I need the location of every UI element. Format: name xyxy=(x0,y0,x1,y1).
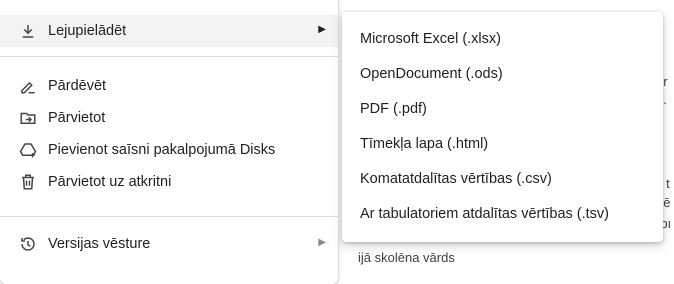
submenu-arrow-icon: ▶ xyxy=(318,24,326,35)
download-icon xyxy=(18,21,38,41)
menu-item-label: Pārvietot xyxy=(48,110,106,126)
menu-item-download[interactable]: Lejupielādēt ▶ xyxy=(0,15,338,47)
doc-text-fragment: ijā skolēna vārds xyxy=(358,250,455,265)
menu-item-move-to-trash[interactable]: Pārvietot uz atkritni xyxy=(0,166,338,198)
download-option-csv[interactable]: Komatatdalītas vērtības (.csv) xyxy=(342,161,663,197)
download-option-html[interactable]: Tīmekļa lapa (.html) xyxy=(342,126,663,162)
menu-item-label: Pievienot saīsni pakalpojumā Disks xyxy=(48,142,276,158)
menu-item-label: Ar tabulatoriem atdalītas vērtības (.tsv… xyxy=(360,206,610,222)
download-submenu: Microsoft Excel (.xlsx) OpenDocument (.o… xyxy=(342,12,663,242)
menu-item-label: PDF (.pdf) xyxy=(360,101,427,117)
menu-item-label: Pārdēvēt xyxy=(48,78,107,94)
menu-separator xyxy=(0,216,338,217)
download-option-ods[interactable]: OpenDocument (.ods) xyxy=(342,56,663,92)
download-option-pdf[interactable]: PDF (.pdf) xyxy=(342,91,663,127)
submenu-arrow-icon: ▶ xyxy=(318,237,326,248)
download-option-xlsx[interactable]: Microsoft Excel (.xlsx) xyxy=(342,21,663,57)
file-menu: Lejupielādēt ▶ Pārdēvēt Pārvietot Pievie… xyxy=(0,0,338,284)
move-folder-icon xyxy=(18,108,38,128)
menu-item-label: Lejupielādēt xyxy=(48,23,127,39)
download-option-tsv[interactable]: Ar tabulatoriem atdalītas vērtības (.tsv… xyxy=(342,196,663,232)
menu-item-label: OpenDocument (.ods) xyxy=(360,66,503,82)
menu-item-label: Versijas vēsture xyxy=(48,236,151,252)
menu-separator xyxy=(0,56,338,57)
menu-item-add-shortcut[interactable]: Pievienot saīsni pakalpojumā Disks xyxy=(0,134,338,166)
add-shortcut-drive-icon xyxy=(18,140,38,160)
menu-item-label: Komatatdalītas vērtības (.csv) xyxy=(360,171,552,187)
menu-item-label: Tīmekļa lapa (.html) xyxy=(360,136,489,152)
rename-icon xyxy=(18,76,38,96)
trash-icon xyxy=(18,172,38,192)
menu-item-version-history[interactable]: Versijas vēsture ▶ xyxy=(0,228,338,260)
menu-item-label: Microsoft Excel (.xlsx) xyxy=(360,31,501,47)
menu-item-rename[interactable]: Pārdēvēt xyxy=(0,70,338,102)
menu-item-label: Pārvietot uz atkritni xyxy=(48,174,172,190)
menu-item-move[interactable]: Pārvietot xyxy=(0,102,338,134)
history-icon xyxy=(18,234,38,254)
